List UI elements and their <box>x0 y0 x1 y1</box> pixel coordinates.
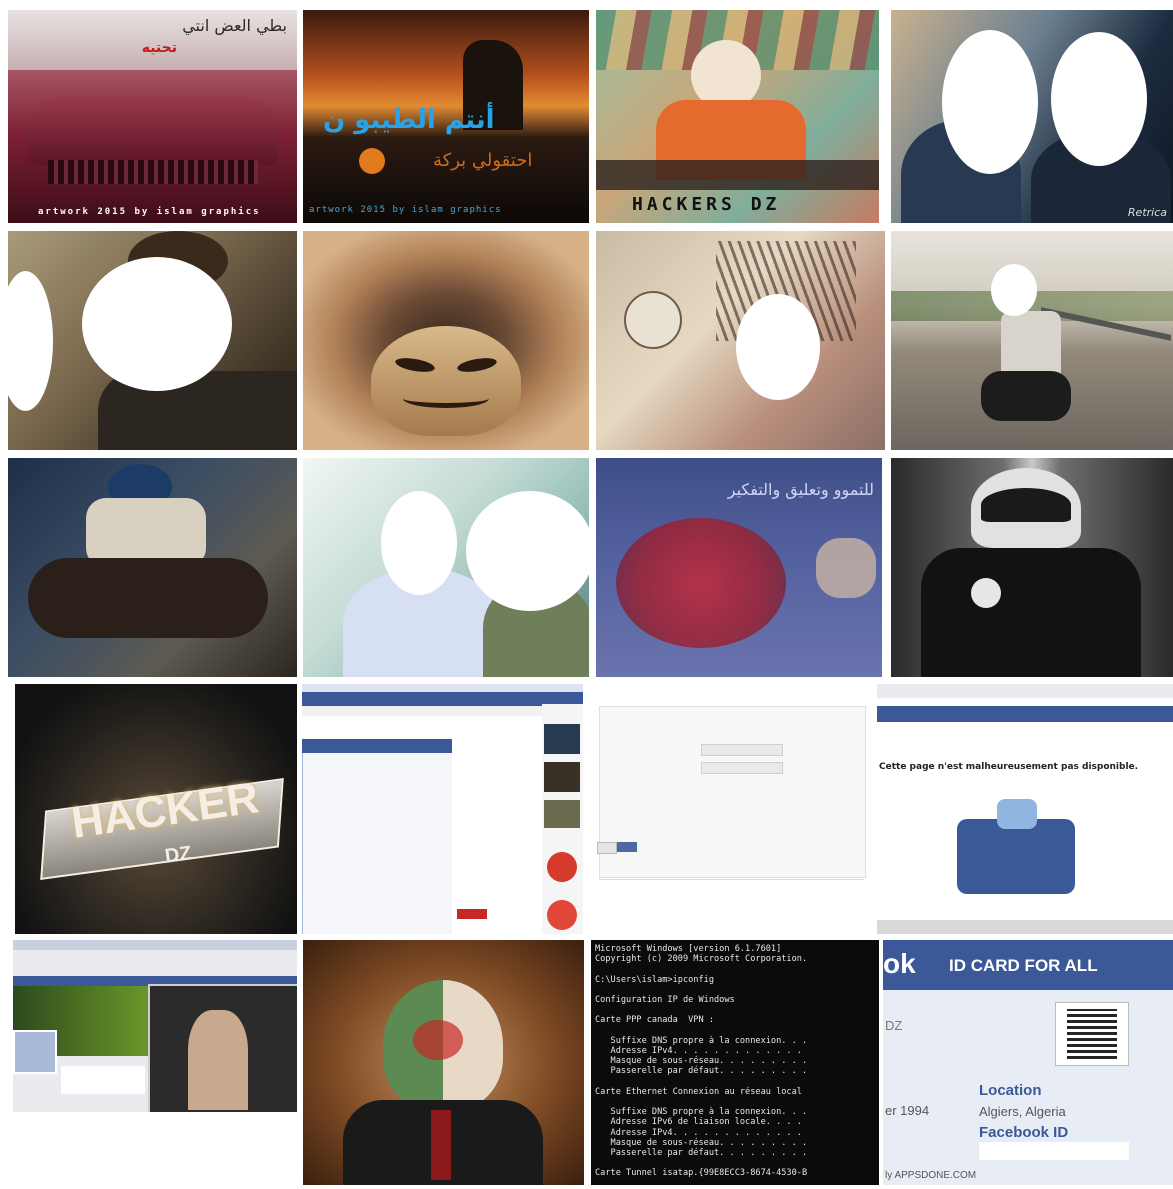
poster-text: تحتيه <box>141 40 177 56</box>
console-line: Copyright (c) 2009 Microsoft Corporation… <box>595 954 808 965</box>
photo-crouching-person <box>8 458 297 677</box>
console-line: Passerelle par défaut. . . . . . . . . <box>595 1148 808 1159</box>
face-blur <box>942 30 1038 174</box>
photo-hooded-jacket <box>891 458 1173 677</box>
qr-code-icon <box>1055 1002 1129 1066</box>
console-output: Microsoft Windows [version 6.1.7601] Copy… <box>595 944 807 1179</box>
console-line: Adresse IPv6 de liaison locale. . . . <box>595 1117 802 1128</box>
poster-text: أنتم الطيبو ن <box>323 105 495 135</box>
bandaged-thumb-icon <box>957 819 1075 894</box>
card-footer: ly APPSDONE.COM <box>885 1170 977 1181</box>
screenshot-ipconfig-console: Microsoft Windows [version 6.1.7601] Copy… <box>591 940 879 1185</box>
console-line: C:\Users\islam>ipconfig <box>595 974 714 985</box>
console-line: Masque de sous-réseau. . . . . . . . . <box>595 1137 808 1148</box>
face-blur <box>381 491 457 595</box>
error-heading: Cette page n'est malheureusement pas dis… <box>879 762 1139 772</box>
screenshot-password-form <box>591 684 872 934</box>
console-line: Carte Tunnel isatap.{99E8ECC3-8674-4530-… <box>595 1168 808 1179</box>
watermark: Retrica <box>1127 206 1167 219</box>
facebook-id-label: Facebook ID <box>979 1124 1069 1141</box>
photo-skull-art <box>596 231 885 450</box>
face-blur <box>736 294 820 400</box>
image-id-card: ok ID CARD FOR ALL DZ er 1994 Location A… <box>883 940 1173 1185</box>
eagle-emblem-icon <box>616 518 786 648</box>
poster-credit: artwork 2015 by islam graphics <box>309 205 502 215</box>
screenshot-page-unavailable: Cette page n'est malheureusement pas dis… <box>877 684 1173 934</box>
photo-sunset-poster: أنتم الطيبو ن احتقولي بركة artwork 2015 … <box>303 10 589 223</box>
console-line: Microsoft Windows [version 6.1.7601] <box>595 944 782 954</box>
skull-icon <box>624 291 682 349</box>
face-blur <box>1051 32 1147 166</box>
poster-credit: artwork 2015 by islam graphics <box>38 207 261 217</box>
face-blur <box>466 491 589 611</box>
console-line: Carte PPP canada VPN : <box>595 1015 714 1026</box>
poster-text: HACKERS DZ <box>632 194 781 215</box>
card-year: er 1994 <box>885 1103 930 1118</box>
photo-eagle-emblem: للتموو وتعليق والتفكير <box>596 458 882 677</box>
photo-masked-flag <box>303 940 584 1185</box>
photo-two-people: Retrica <box>891 10 1173 223</box>
console-line: Adresse IPv4. . . . . . . . . . . . . <box>595 1127 802 1138</box>
brand-text: ok <box>883 948 916 979</box>
console-line: Passerelle par défaut. . . . . . . . . <box>595 1066 808 1077</box>
cancel-button <box>597 842 617 854</box>
poster-text: احتقولي بركة <box>433 150 533 171</box>
image-hacker-dz-logo: HACKER DZ <box>15 684 297 934</box>
photo-graffiti-hacker: HACKERS DZ <box>596 10 879 223</box>
console-line: Suffixe DNS propre à la connexion. . . <box>595 1107 808 1118</box>
console-line: Carte Ethernet Connexion au réseau local <box>595 1086 802 1097</box>
console-line: Adresse IPv4. . . . . . . . . . . . . <box>595 1046 802 1057</box>
console-line: Masque de sous-réseau. . . . . . . . . <box>595 1056 808 1067</box>
screenshot-facebook-settings <box>302 684 583 934</box>
photo-car-poster: بطي العض انتي تحتيه artwork 2015 by isla… <box>8 10 297 223</box>
sad-emoji-icon <box>359 148 385 174</box>
face-blur <box>82 257 232 391</box>
photo-hooded-mask <box>303 231 589 450</box>
console-line: Configuration IP de Windows <box>595 995 735 1006</box>
face-blur <box>8 271 53 411</box>
save-button <box>617 842 637 852</box>
logo-text: DZ <box>163 842 194 868</box>
face-blur <box>991 264 1037 316</box>
card-title: ID CARD FOR ALL <box>949 956 1098 975</box>
screenshot-facebook-profile <box>13 940 297 1185</box>
console-line: Suffixe DNS propre à la connexion. . . <box>595 1035 808 1046</box>
card-dz: DZ <box>885 1018 903 1033</box>
poster-text: بطي العض انتي <box>182 16 287 35</box>
fist-icon <box>816 538 876 598</box>
badge-icon <box>971 578 1001 608</box>
photo-railway <box>891 231 1173 450</box>
photo-two-people-bright <box>303 458 589 677</box>
poster-text: للتموو وتعليق والتفكير <box>727 480 874 499</box>
location-label: Location <box>979 1082 1042 1099</box>
photo-selfie-two-people <box>8 231 297 450</box>
location-value: Algiers, Algeria <box>979 1104 1066 1119</box>
